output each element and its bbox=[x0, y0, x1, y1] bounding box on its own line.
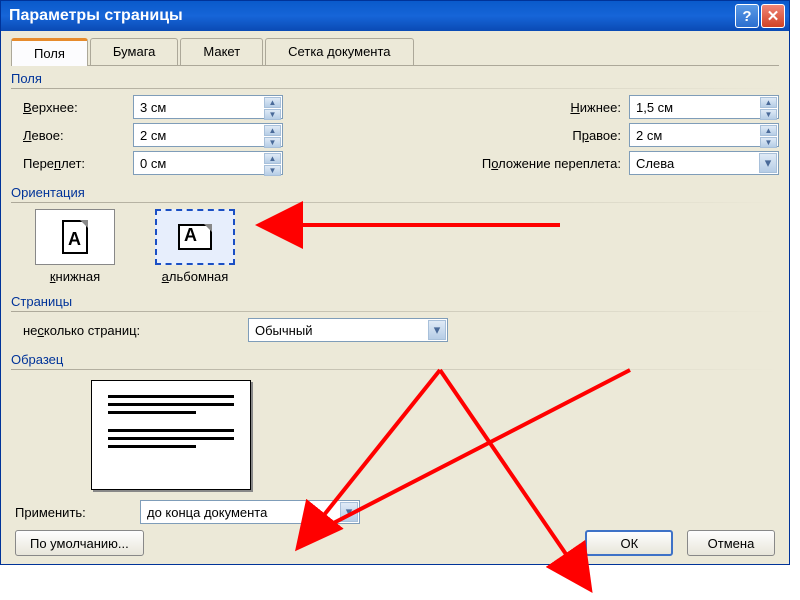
titlebar: Параметры страницы ? ✕ bbox=[1, 1, 789, 31]
divider bbox=[11, 88, 779, 89]
landscape-icon: A bbox=[155, 209, 235, 265]
left-margin-value: 2 см bbox=[140, 128, 166, 143]
spinner-buttons[interactable]: ▲▼ bbox=[264, 153, 281, 173]
preview-group: Образец bbox=[11, 352, 779, 490]
gutter-pos-select[interactable]: Слева ▾ bbox=[629, 151, 779, 175]
dialog-footer: По умолчанию... ОК Отмена bbox=[11, 530, 779, 556]
tab-grid[interactable]: Сетка документа bbox=[265, 38, 413, 65]
gutter-pos-label: Положение переплета: bbox=[439, 156, 629, 171]
tab-layout[interactable]: Макет bbox=[180, 38, 263, 65]
apply-select[interactable]: до конца документа ▾ bbox=[140, 500, 360, 524]
multi-pages-select[interactable]: Обычный ▾ bbox=[248, 318, 448, 342]
tab-strip: Поля Бумага Макет Сетка документа bbox=[11, 38, 779, 66]
right-margin-label: Правое: bbox=[439, 128, 629, 143]
orientation-landscape[interactable]: A альбомная bbox=[155, 209, 235, 284]
top-margin-label: Верхнее: bbox=[23, 100, 133, 115]
apply-label: Применить: bbox=[15, 505, 140, 520]
gutter-label: Переплет: bbox=[23, 156, 133, 171]
left-margin-label: Левое: bbox=[23, 128, 133, 143]
pages-group: Страницы несколько страниц: Обычный ▾ bbox=[11, 294, 779, 342]
portrait-label: книжная bbox=[50, 269, 100, 284]
spinner-buttons[interactable]: ▲▼ bbox=[760, 97, 777, 117]
orientation-group-label: Ориентация bbox=[11, 185, 779, 202]
help-button[interactable]: ? bbox=[735, 4, 759, 28]
right-margin-input[interactable]: 2 см ▲▼ bbox=[629, 123, 779, 147]
gutter-value: 0 см bbox=[140, 156, 166, 171]
chevron-down-icon[interactable]: ▾ bbox=[759, 153, 777, 173]
page-setup-dialog: Параметры страницы ? ✕ Поля Бумага Макет… bbox=[0, 0, 790, 565]
ok-button[interactable]: ОК bbox=[585, 530, 673, 556]
chevron-down-icon[interactable]: ▾ bbox=[428, 320, 446, 340]
titlebar-text: Параметры страницы bbox=[9, 7, 733, 25]
divider bbox=[11, 311, 779, 312]
bottom-margin-value: 1,5 см bbox=[636, 100, 673, 115]
portrait-icon: A bbox=[35, 209, 115, 265]
orientation-group: Ориентация A книжная A альбомная bbox=[11, 185, 779, 284]
close-button[interactable]: ✕ bbox=[761, 4, 785, 28]
spinner-buttons[interactable]: ▲▼ bbox=[760, 125, 777, 145]
gutter-input[interactable]: 0 см ▲▼ bbox=[133, 151, 283, 175]
gutter-pos-value: Слева bbox=[636, 156, 674, 171]
landscape-label: альбомная bbox=[162, 269, 229, 284]
bottom-margin-label: Нижнее: bbox=[439, 100, 629, 115]
divider bbox=[11, 202, 779, 203]
left-margin-input[interactable]: 2 см ▲▼ bbox=[133, 123, 283, 147]
tab-paper[interactable]: Бумага bbox=[90, 38, 178, 65]
multi-pages-label: несколько страниц: bbox=[23, 323, 248, 338]
pages-group-label: Страницы bbox=[11, 294, 779, 311]
cancel-button[interactable]: Отмена bbox=[687, 530, 775, 556]
preview-page-icon bbox=[91, 380, 251, 490]
apply-value: до конца документа bbox=[147, 505, 267, 520]
bottom-margin-input[interactable]: 1,5 см ▲▼ bbox=[629, 95, 779, 119]
preview-group-label: Образец bbox=[11, 352, 779, 369]
margins-group-label: Поля bbox=[11, 71, 779, 88]
divider bbox=[11, 369, 779, 370]
right-margin-value: 2 см bbox=[636, 128, 662, 143]
multi-pages-value: Обычный bbox=[255, 323, 312, 338]
dialog-body: Поля Бумага Макет Сетка документа Поля В… bbox=[1, 31, 789, 564]
top-margin-value: 3 см bbox=[140, 100, 166, 115]
top-margin-input[interactable]: 3 см ▲▼ bbox=[133, 95, 283, 119]
orientation-portrait[interactable]: A книжная bbox=[35, 209, 115, 284]
margins-group: Поля Верхнее: 3 см ▲▼ Нижнее: 1,5 см ▲▼ bbox=[11, 71, 779, 175]
defaults-button[interactable]: По умолчанию... bbox=[15, 530, 144, 556]
spinner-buttons[interactable]: ▲▼ bbox=[264, 97, 281, 117]
tab-fields[interactable]: Поля bbox=[11, 38, 88, 66]
spinner-buttons[interactable]: ▲▼ bbox=[264, 125, 281, 145]
chevron-down-icon[interactable]: ▾ bbox=[340, 502, 358, 522]
